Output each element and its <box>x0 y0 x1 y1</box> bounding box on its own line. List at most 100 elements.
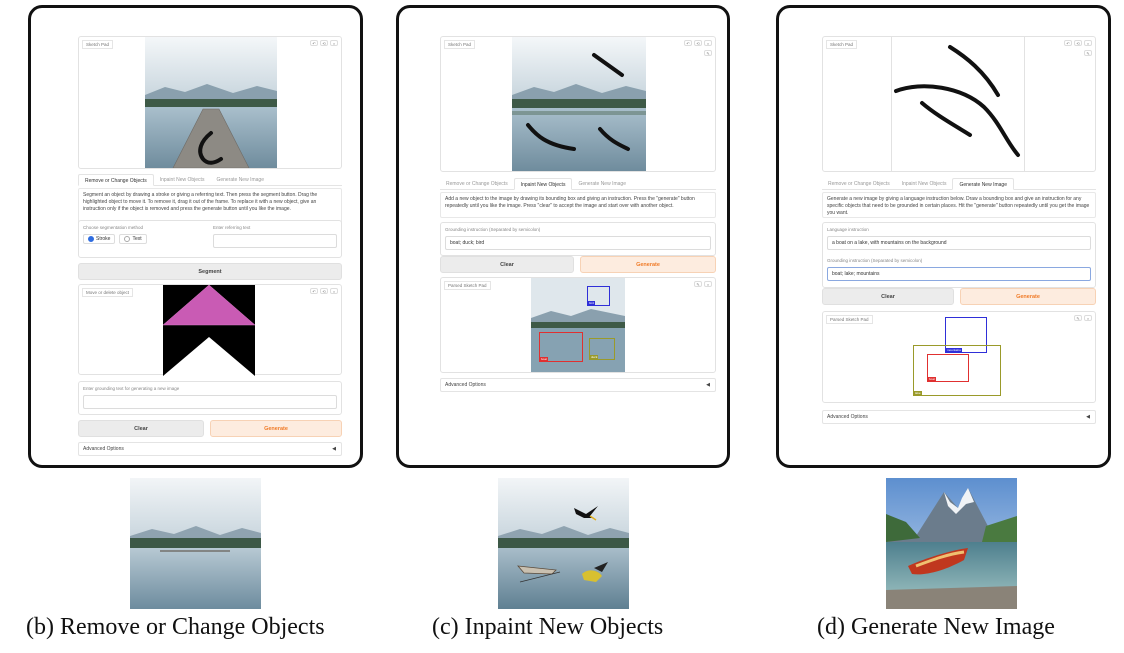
sketch-pad[interactable]: Sketch Pad ↶ ⟲ × <box>78 36 342 169</box>
grounding-group: Grounding instruction (Separated by semi… <box>440 222 716 256</box>
sketch-pad[interactable]: Sketch Pad ↶ ⟲ × ✎ <box>440 36 716 172</box>
undo-icon[interactable]: ↶ <box>684 40 692 46</box>
parsed-controls: ✎ × <box>694 281 712 287</box>
grounding-input[interactable]: boat; duck; bird <box>445 236 711 250</box>
parsed-controls: ✎ × <box>1074 315 1092 321</box>
sketch-controls: ↶ ⟲ × <box>684 40 712 46</box>
app-inpaint: Sketch Pad ↶ ⟲ × ✎ Remove or Change Obje… <box>440 36 716 457</box>
clear-icon[interactable]: ⟲ <box>1074 40 1082 46</box>
move-controls: ↶ ⟲ × <box>310 288 338 294</box>
sketch-canvas[interactable] <box>891 37 1025 171</box>
clear-button[interactable]: Clear <box>440 256 574 273</box>
bbox-boat-tag: boat <box>540 357 548 361</box>
segmentation-group: Choose segmentation method Stroke Text E… <box>78 220 342 258</box>
seg-method-label: Choose segmentation method <box>83 225 144 230</box>
tab-inpaint[interactable]: Inpaint New Objects <box>154 174 211 185</box>
segmentation-mask <box>163 285 255 376</box>
advanced-options[interactable]: Advanced Options ◀ <box>78 442 342 456</box>
clear-button[interactable]: Clear <box>822 288 954 305</box>
tab-remove-change[interactable]: Remove or Change Objects <box>78 174 154 186</box>
close-icon[interactable]: × <box>704 281 712 287</box>
tab-inpaint[interactable]: Inpaint New Objects <box>513 178 573 190</box>
triangle-left-icon: ◀ <box>706 382 710 388</box>
blank-canvas-strokes <box>892 37 1024 171</box>
undo-icon[interactable]: ↶ <box>1064 40 1072 46</box>
grounding-block: Grounding instruction (Separated by semi… <box>827 258 1091 281</box>
tab-remove-change[interactable]: Remove or Change Objects <box>440 178 514 189</box>
reset-icon[interactable]: ⟲ <box>320 288 328 294</box>
close-icon[interactable]: × <box>330 288 338 294</box>
undo-icon[interactable]: ↶ <box>310 40 318 46</box>
app-remove-change: Sketch Pad ↶ ⟲ × Remove or Change Object… <box>78 36 342 457</box>
grounding-label: Grounding instruction (Separated by semi… <box>445 227 541 232</box>
panel-generate-new: Sketch Pad ↶ ⟲ × ✎ Remove or Change Obje… <box>776 5 1111 468</box>
bbox-lake-tag: lake <box>914 391 922 395</box>
move-delete-pad[interactable]: Move or delete object ↶ ⟲ × <box>78 284 342 376</box>
panel-remove-change: Sketch Pad ↶ ⟲ × Remove or Change Object… <box>28 5 363 468</box>
brush-controls: ✎ <box>1084 50 1092 56</box>
brush-icon[interactable]: ✎ <box>704 50 712 56</box>
tab-generate-new[interactable]: Generate New Image <box>572 178 632 189</box>
brush-icon[interactable]: ✎ <box>1084 50 1092 56</box>
mask-image[interactable] <box>163 285 255 376</box>
instructions-text: Add a new object to the image by drawing… <box>440 192 716 218</box>
tab-generate-new[interactable]: Generate New Image <box>952 178 1014 190</box>
advanced-options-label: Advanced Options <box>445 382 486 388</box>
sketch-controls: ↶ ⟲ × <box>310 40 338 46</box>
move-delete-label: Move or delete object <box>82 288 134 297</box>
brush-controls: ✎ <box>704 50 712 56</box>
caption-inpaint: (c) Inpaint New Objects <box>432 614 664 640</box>
result-boat-lake-mountains <box>886 478 1017 609</box>
grounding-group: Enter grounding text for generating a ne… <box>78 381 342 415</box>
clear-icon[interactable]: ⟲ <box>694 40 702 46</box>
parsed-sketch-label: Parsed Sketch Pad <box>444 281 491 290</box>
panel-inpaint: Sketch Pad ↶ ⟲ × ✎ Remove or Change Obje… <box>396 5 730 468</box>
sketch-pad-label: Sketch Pad <box>444 40 476 49</box>
parsed-sketch-pad: Parsed Sketch Pad ✎ × mountains boat lak… <box>822 311 1096 403</box>
sketch-image[interactable] <box>145 37 277 168</box>
sketch-pad-label: Sketch Pad <box>82 40 114 49</box>
language-input[interactable]: a boat on a lake, with mountains on the … <box>827 236 1091 250</box>
radio-text-dot <box>124 236 131 242</box>
bbox-duck: duck <box>589 338 615 360</box>
result-image-inpainted <box>498 478 629 609</box>
close-icon[interactable]: × <box>1084 315 1092 321</box>
tab-generate-new[interactable]: Generate New Image <box>210 174 270 185</box>
advanced-options[interactable]: Advanced Options ◀ <box>440 378 716 392</box>
grounding-input[interactable] <box>83 395 337 409</box>
tab-remove-change[interactable]: Remove or Change Objects <box>822 178 896 189</box>
generate-button[interactable]: Generate <box>210 420 342 437</box>
clear-icon[interactable]: ⟲ <box>320 40 328 46</box>
bbox-bird: bird <box>587 286 610 306</box>
language-block: Language instruction a boat on a lake, w… <box>827 227 1091 250</box>
grounding-block: Enter grounding text for generating a ne… <box>83 386 337 409</box>
sketch-controls: ↶ ⟲ × <box>1064 40 1092 46</box>
close-icon[interactable]: × <box>704 40 712 46</box>
bbox-duck-tag: duck <box>590 355 599 359</box>
segment-button[interactable]: Segment <box>78 263 342 280</box>
tab-inpaint[interactable]: Inpaint New Objects <box>896 178 953 189</box>
mode-tabs: Remove or Change Objects Inpaint New Obj… <box>440 178 716 190</box>
radio-text[interactable]: Text <box>119 234 147 244</box>
referring-input[interactable] <box>213 234 337 248</box>
parsed-sketch-label: Parsed Sketch Pad <box>826 315 873 324</box>
mode-tabs: Remove or Change Objects Inpaint New Obj… <box>822 178 1096 190</box>
result-image-generated <box>886 478 1017 609</box>
radio-stroke[interactable]: Stroke <box>83 234 116 244</box>
sketch-pad[interactable]: Sketch Pad ↶ ⟲ × ✎ <box>822 36 1096 172</box>
app-generate-new: Sketch Pad ↶ ⟲ × ✎ Remove or Change Obje… <box>822 36 1096 457</box>
clear-button[interactable]: Clear <box>78 420 204 437</box>
undo-icon[interactable]: ↶ <box>310 288 318 294</box>
generate-button[interactable]: Generate <box>960 288 1096 305</box>
generate-button[interactable]: Generate <box>580 256 716 273</box>
lake-scene-with-stroke <box>145 37 277 168</box>
grounding-label: Enter grounding text for generating a ne… <box>83 386 180 391</box>
edit-icon[interactable]: ✎ <box>694 281 702 287</box>
close-icon[interactable]: × <box>1084 40 1092 46</box>
mode-tabs: Remove or Change Objects Inpaint New Obj… <box>78 174 342 186</box>
advanced-options[interactable]: Advanced Options ◀ <box>822 410 1096 424</box>
grounding-input[interactable]: boat; lake; mountains <box>827 267 1091 281</box>
edit-icon[interactable]: ✎ <box>1074 315 1082 321</box>
close-icon[interactable]: × <box>330 40 338 46</box>
sketch-image[interactable] <box>512 37 646 171</box>
